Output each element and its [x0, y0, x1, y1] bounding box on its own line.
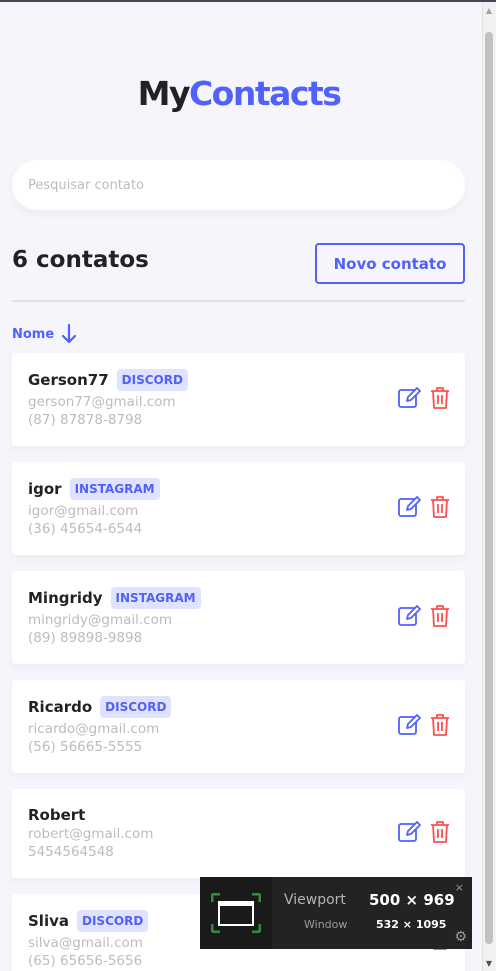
contact-card: Ricardo DISCORD ricardo@gmail.com (56) 5666…	[12, 680, 465, 773]
contact-card: Robert robert@gmail.com 5454564548	[12, 789, 465, 878]
contact-phone: (36) 45654-6544	[28, 521, 143, 537]
trash-icon[interactable]	[429, 713, 451, 737]
contact-name: Mingridy	[28, 589, 103, 607]
trash-icon[interactable]	[429, 820, 451, 844]
contact-actions	[397, 604, 451, 628]
trash-icon[interactable]	[429, 604, 451, 628]
contact-email: gerson77@gmail.com	[28, 394, 176, 410]
contact-name: Sliva	[28, 912, 69, 930]
app-logo: MyContacts	[0, 74, 478, 113]
edit-icon[interactable]	[397, 604, 421, 628]
contact-phone: (89) 89898-9898	[28, 630, 143, 646]
contact-email: robert@gmail.com	[28, 826, 154, 842]
new-contact-button[interactable]: Novo contato	[315, 243, 465, 284]
contact-name: Ricardo	[28, 698, 93, 716]
edit-icon[interactable]	[397, 820, 421, 844]
divider	[12, 300, 465, 302]
viewport-value: 500 × 969	[369, 891, 455, 909]
trash-icon[interactable]	[429, 386, 451, 410]
scroll-down-arrow-icon[interactable]: ▼	[485, 959, 493, 969]
contact-name: Gerson77	[28, 371, 109, 389]
category-badge: DISCORD	[116, 369, 188, 391]
contact-phone: 5454564548	[28, 844, 114, 860]
scroll-up-arrow-icon[interactable]: ▲	[485, 6, 493, 16]
contact-phone: (87) 87878-8798	[28, 412, 143, 428]
close-icon[interactable]: ×	[455, 881, 464, 894]
edit-icon[interactable]	[397, 386, 421, 410]
contacts-count: 6 contatos	[12, 247, 149, 273]
contact-email: igor@gmail.com	[28, 503, 139, 519]
contact-name-row: Gerson77 DISCORD	[28, 369, 188, 391]
logo-my: My	[137, 74, 191, 113]
viewport-label: Viewport	[284, 892, 346, 908]
contact-phone: (56) 56665-5555	[28, 739, 143, 755]
contact-card: Gerson77 DISCORD gerson77@gmail.com (87) 87…	[12, 353, 465, 446]
contact-actions	[397, 820, 451, 844]
category-badge: DISCORD	[77, 910, 149, 932]
gear-icon[interactable]: ⚙	[454, 929, 467, 945]
scrollbar[interactable]: ▲ ▼	[482, 2, 496, 971]
sort-label: Nome	[12, 326, 55, 342]
trash-icon[interactable]	[429, 495, 451, 519]
scrollbar-thumb[interactable]	[485, 32, 493, 944]
logo-contacts: Contacts	[188, 74, 342, 113]
contact-card: Mingridy INSTAGRAM mingridy@gmail.com (89) …	[12, 571, 465, 664]
contact-email: ricardo@gmail.com	[28, 721, 160, 737]
contact-name: igor	[28, 480, 62, 498]
contact-name: Robert	[28, 806, 86, 824]
contact-name-row: Ricardo DISCORD	[28, 696, 172, 718]
contact-email: mingridy@gmail.com	[28, 612, 173, 628]
contact-card: igor INSTAGRAM igor@gmail.com (36) 45654-65…	[12, 462, 465, 555]
category-badge: DISCORD	[100, 696, 172, 718]
contact-name-row: Sliva DISCORD	[28, 910, 149, 932]
window-label: Window	[304, 918, 348, 931]
edit-icon[interactable]	[397, 495, 421, 519]
arrow-down-icon	[62, 324, 77, 344]
contact-name-row: Mingridy INSTAGRAM	[28, 587, 201, 609]
contact-actions	[397, 495, 451, 519]
category-badge: INSTAGRAM	[69, 478, 160, 500]
contact-name-row: Robert	[28, 806, 85, 824]
category-badge: INSTAGRAM	[110, 587, 201, 609]
sort-by-name-button[interactable]: Nome	[12, 324, 77, 344]
contact-actions	[397, 713, 451, 737]
viewport-icon	[200, 877, 272, 949]
devtools-viewport-overlay: Viewport 500 × 969 Window 532 × 1095 × ⚙	[200, 877, 472, 949]
contact-phone: (65) 65656-5656	[28, 953, 143, 969]
search-input[interactable]	[12, 160, 465, 210]
edit-icon[interactable]	[397, 713, 421, 737]
contact-name-row: igor INSTAGRAM	[28, 478, 160, 500]
window-value: 532 × 1095	[376, 918, 447, 931]
contact-email: silva@gmail.com	[28, 935, 143, 951]
contact-actions	[397, 386, 451, 410]
